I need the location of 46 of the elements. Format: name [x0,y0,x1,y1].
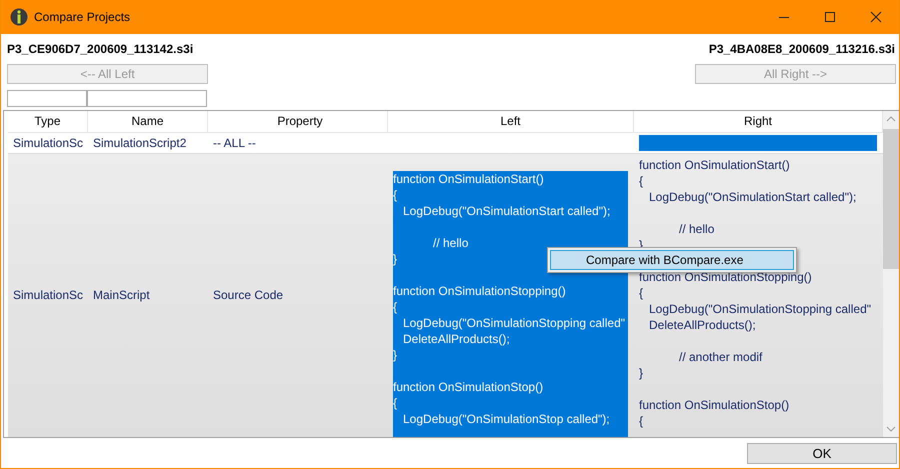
code-line: } [639,366,644,380]
table-cell: SimulationScript2 [93,136,186,150]
code-line: LogDebug("OnSimulationStart called"); [648,190,856,204]
scroll-thumb[interactable] [883,129,899,269]
menu-item[interactable]: Compare with BCompare.exe [550,250,794,270]
code-line: // hello [678,222,714,236]
code-line: DeleteAllProducts(); [648,318,756,332]
app-icon [10,8,28,26]
right-file-name: P3_4BA08E8_200609_113216.s3i [708,42,895,56]
table-cell: MainScript [93,288,150,302]
code-line: function OnSimulationStart() [639,158,790,172]
code-line: LogDebug("OnSimulationStart called"); [402,204,610,218]
code-line: function OnSimulationStop() [639,398,790,412]
code-line: LogDebug("OnSimulationStopping called" [402,316,625,330]
column-header[interactable]: Type [8,111,88,132]
code-line: // another modif [678,350,762,364]
column-header[interactable]: Left [388,111,634,132]
table-cell: SimulationSc [13,136,84,150]
code-line: { [393,396,398,410]
code-line: // hello [432,236,468,250]
left-file-name: P3_CE906D7_200609_113142.s3i [7,42,194,56]
table-cell: -- ALL -- [213,136,256,150]
code-line: { [393,188,398,202]
code-line: function OnSimulationStopping() [393,284,566,298]
table-cell: SimulationSc [13,288,84,302]
code-line: { [393,300,398,314]
code-line: } [393,348,398,362]
window-title: Compare Projects [34,10,130,24]
code-line: { [639,286,644,300]
ok-button[interactable]: OK [747,442,897,464]
name-filter-field[interactable] [87,90,207,107]
scroll-bar[interactable] [883,111,899,437]
type-filter-field[interactable] [7,90,87,107]
code-line: { [639,174,644,188]
code-line: function OnSimulationStart() [393,172,544,186]
column-header[interactable]: Property [208,111,388,132]
selected-cell[interactable] [639,134,877,151]
code-line: function OnSimulationStopping() [639,270,812,284]
code-line: { [639,414,644,428]
code-line: DeleteAllProducts(); [402,332,510,346]
code-line: LogDebug("OnSimulationStop called"); [402,412,610,426]
code-line: function OnSimulationStop() [393,380,544,394]
code-line: } [393,252,398,266]
column-header[interactable]: Name [88,111,208,132]
code-line: LogDebug("OnSimulationStopping called" [648,302,871,316]
table-cell: Source Code [213,288,284,302]
